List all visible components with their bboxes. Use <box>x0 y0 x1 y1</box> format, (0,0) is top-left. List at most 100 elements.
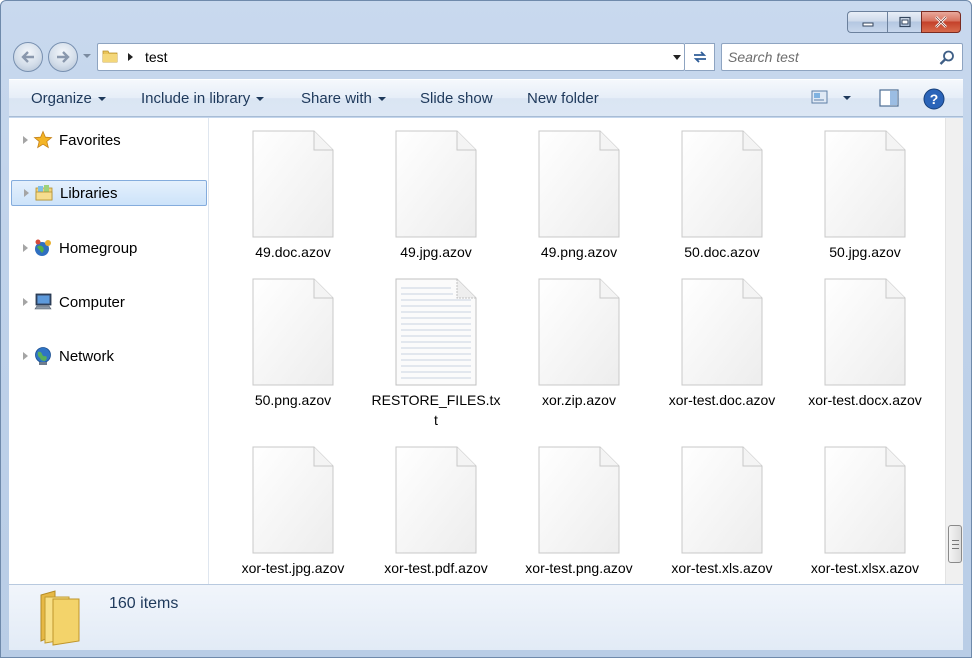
blank-file-icon <box>252 446 334 554</box>
blank-file-icon <box>538 446 620 554</box>
minimize-icon <box>862 22 873 27</box>
large-folder-icon <box>40 590 80 646</box>
nav-item-computer[interactable]: Computer <box>9 289 205 315</box>
include-in-library-menu[interactable]: Include in library <box>141 90 265 107</box>
expand-arrow-icon[interactable] <box>23 352 28 360</box>
file-name: xor-test.docx.azov <box>808 392 922 408</box>
blank-file-icon <box>538 130 620 238</box>
view-options-dropdown[interactable] <box>843 96 851 100</box>
navigation-pane: Favorites Libraries Homegroup Computer N… <box>9 118 209 584</box>
file-item[interactable]: xor-test.xlsx.azov <box>800 446 930 578</box>
address-row: test <box>11 41 963 73</box>
forward-arrow-icon <box>57 51 70 63</box>
nav-item-libraries[interactable]: Libraries <box>11 180 207 206</box>
nav-item-favorites[interactable]: Favorites <box>9 127 205 153</box>
file-item[interactable]: xor-test.xls.azov <box>657 446 787 578</box>
folder-icon <box>102 50 118 63</box>
breadcrumb-separator-icon[interactable] <box>128 53 133 61</box>
blank-file-icon <box>681 130 763 238</box>
blank-file-icon <box>681 446 763 554</box>
file-name: xor.zip.azov <box>542 392 616 408</box>
address-bar[interactable]: test <box>97 43 685 71</box>
file-item[interactable]: 50.doc.azov <box>657 130 787 262</box>
file-name: xor-test.xlsx.azov <box>810 560 920 576</box>
file-name: RESTORE_FILES.txt <box>371 392 501 428</box>
share-with-menu[interactable]: Share with <box>301 90 386 107</box>
slide-show-button[interactable]: Slide show <box>420 90 493 107</box>
file-name: xor-test.png.azov <box>525 560 633 576</box>
nav-item-label: Computer <box>59 293 125 311</box>
libraries-icon <box>35 185 53 201</box>
grip-line <box>952 548 959 549</box>
expand-arrow-icon[interactable] <box>23 136 28 144</box>
help-icon[interactable]: ? <box>923 88 945 110</box>
star-icon <box>33 130 53 149</box>
maximize-button[interactable] <box>887 11 921 33</box>
refresh-button[interactable] <box>685 43 715 71</box>
new-folder-button[interactable]: New folder <box>527 90 599 107</box>
item-count: 160 items <box>109 595 179 612</box>
share-with-label: Share with <box>301 90 372 107</box>
scrollbar-thumb[interactable] <box>948 525 962 563</box>
file-name: 49.jpg.azov <box>400 244 472 260</box>
file-item[interactable]: 50.jpg.azov <box>800 130 930 262</box>
nav-item-label: Homegroup <box>59 239 138 257</box>
blank-file-icon <box>538 278 620 386</box>
caption-buttons <box>847 11 961 33</box>
file-item[interactable]: xor.zip.azov <box>514 278 644 410</box>
change-view-icon[interactable] <box>811 88 829 106</box>
grip-line <box>952 540 959 541</box>
file-name: xor-test.doc.azov <box>668 392 776 408</box>
file-item[interactable]: 50.png.azov <box>228 278 358 410</box>
search-icon[interactable] <box>938 49 956 67</box>
blank-file-icon <box>824 278 906 386</box>
nav-item-network[interactable]: Network <box>9 343 205 369</box>
vertical-scrollbar[interactable] <box>945 118 963 584</box>
breadcrumb-current[interactable]: test <box>145 49 168 65</box>
file-item[interactable]: xor-test.doc.azov <box>657 278 787 410</box>
blank-file-icon <box>395 446 477 554</box>
organize-label: Organize <box>31 90 92 107</box>
expand-arrow-icon[interactable] <box>24 189 29 197</box>
back-arrow-icon <box>21 51 34 63</box>
expand-arrow-icon[interactable] <box>23 298 28 306</box>
nav-item-label: Libraries <box>60 184 118 202</box>
content-area: Favorites Libraries Homegroup Computer N… <box>9 118 963 584</box>
file-item[interactable]: xor-test.docx.azov <box>800 278 930 410</box>
back-button[interactable] <box>13 42 43 72</box>
blank-file-icon <box>252 130 334 238</box>
blank-file-icon <box>824 130 906 238</box>
nav-item-label: Network <box>59 347 115 365</box>
file-item[interactable]: 49.jpg.azov <box>371 130 501 262</box>
file-name: 50.png.azov <box>254 392 332 408</box>
preview-pane-icon[interactable] <box>879 88 899 108</box>
text-file-icon <box>395 278 477 386</box>
homegroup-icon <box>35 239 51 256</box>
file-item[interactable]: RESTORE_FILES.txt <box>371 278 501 430</box>
refresh-icon <box>693 51 706 63</box>
file-name: xor-test.xls.azov <box>671 560 773 576</box>
organize-menu[interactable]: Organize <box>31 90 106 107</box>
blank-file-icon <box>681 278 763 386</box>
computer-icon <box>34 293 52 310</box>
blank-file-icon <box>252 278 334 386</box>
file-item[interactable]: xor-test.png.azov <box>514 446 644 578</box>
close-button[interactable] <box>921 11 961 33</box>
file-name: 50.jpg.azov <box>829 244 901 260</box>
file-item[interactable]: 49.doc.azov <box>228 130 358 262</box>
blank-file-icon <box>824 446 906 554</box>
explorer-window: test Organize Include in library Share w… <box>0 0 972 658</box>
address-history-dropdown[interactable] <box>673 55 681 60</box>
expand-arrow-icon[interactable] <box>23 244 28 252</box>
file-item[interactable]: 49.png.azov <box>514 130 644 262</box>
search-input[interactable] <box>728 47 928 67</box>
minimize-button[interactable] <box>847 11 887 33</box>
svg-text:?: ? <box>930 91 939 107</box>
forward-button[interactable] <box>48 42 78 72</box>
file-item[interactable]: xor-test.jpg.azov <box>228 446 358 578</box>
file-item[interactable]: xor-test.pdf.azov <box>371 446 501 578</box>
file-name: 49.png.azov <box>540 244 618 260</box>
nav-item-homegroup[interactable]: Homegroup <box>9 235 205 261</box>
search-box[interactable] <box>721 43 963 71</box>
recent-pages-dropdown[interactable] <box>83 54 91 58</box>
